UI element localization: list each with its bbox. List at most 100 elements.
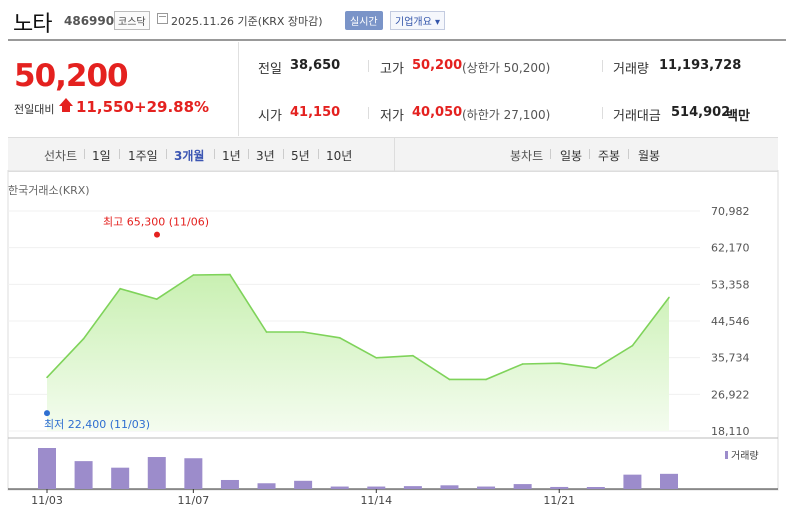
company-info-dropdown[interactable]: 기업개요 ▾ bbox=[390, 11, 445, 30]
tab-3y[interactable]: 3년 bbox=[256, 147, 275, 164]
volume-bar bbox=[184, 458, 203, 489]
period-toolbar bbox=[8, 137, 778, 172]
price-point bbox=[485, 378, 487, 381]
line-chart-label: 선차트 bbox=[44, 149, 78, 163]
y-tick-label: 53,358 bbox=[711, 278, 750, 291]
toolbar-divider bbox=[214, 149, 215, 159]
calendar-icon bbox=[157, 13, 168, 24]
volume-bar bbox=[403, 486, 422, 489]
reference-date: 2025.11.26 기준(KRX 장마감) bbox=[171, 15, 323, 28]
toolbar-center-divider bbox=[394, 138, 395, 171]
tab-10y[interactable]: 10년 bbox=[326, 147, 352, 164]
y-tick-label: 44,546 bbox=[711, 315, 750, 328]
volume-bar bbox=[330, 486, 349, 489]
low-value: 40,050 bbox=[412, 105, 463, 120]
price-chart: 최고 65,300 (11/06) 최저 22,400 (11/03) 거래량 7… bbox=[7, 170, 779, 507]
price-point bbox=[521, 363, 524, 365]
volume-bar bbox=[367, 486, 386, 489]
tab-3m[interactable]: 3개월 bbox=[174, 147, 204, 164]
toolbar-divider bbox=[589, 149, 590, 159]
price-point bbox=[448, 378, 451, 381]
volume-bar bbox=[477, 486, 496, 489]
high-value: 50,200 bbox=[412, 58, 463, 73]
prev-close-value: 38,650 bbox=[290, 58, 341, 73]
tab-monthly-candle[interactable]: 월봉 bbox=[638, 147, 660, 164]
toolbar-divider bbox=[628, 149, 629, 159]
market-badge: 코스닥 bbox=[114, 11, 150, 30]
price-point bbox=[265, 331, 268, 333]
low-annotation: 최저 22,400 (11/03) bbox=[44, 418, 150, 431]
stat-separator bbox=[368, 107, 369, 119]
price-divider bbox=[238, 42, 239, 136]
volume-bar bbox=[111, 467, 130, 489]
upper-limit-note: (상한가 50,200) bbox=[462, 61, 551, 75]
tab-5y[interactable]: 5년 bbox=[291, 147, 310, 164]
price-point bbox=[338, 337, 341, 339]
volume-bar bbox=[74, 461, 93, 489]
volume-label: 거래량 bbox=[613, 62, 649, 77]
price-point bbox=[119, 287, 121, 290]
tab-daily-candle[interactable]: 일봉 bbox=[560, 147, 582, 164]
volume-bar bbox=[513, 484, 532, 489]
y-tick-label: 26,922 bbox=[711, 388, 750, 401]
trade-amount-value: 514,902 bbox=[671, 105, 731, 120]
toolbar-divider bbox=[550, 149, 551, 159]
x-tick-label: 11/14 bbox=[360, 494, 392, 507]
price-point bbox=[192, 274, 195, 276]
trade-amount-label: 거래대금 bbox=[613, 109, 661, 124]
price-point bbox=[302, 331, 304, 333]
volume-bar bbox=[550, 486, 569, 489]
price-point bbox=[412, 354, 414, 357]
realtime-button[interactable]: 실시간 bbox=[345, 11, 383, 30]
up-arrow-stem bbox=[62, 106, 70, 112]
y-tick-label: 70,982 bbox=[711, 205, 750, 218]
change-percent: +29.88% bbox=[134, 98, 210, 116]
toolbar-divider bbox=[119, 149, 120, 159]
volume-legend: 거래량 bbox=[731, 450, 759, 462]
prev-close-label: 전일 bbox=[258, 62, 282, 77]
volume-bar bbox=[147, 457, 166, 489]
open-value: 41,150 bbox=[290, 105, 341, 120]
volume-bar bbox=[660, 473, 678, 489]
price-point bbox=[155, 298, 158, 300]
price-point bbox=[375, 357, 378, 359]
volume-bar bbox=[257, 483, 276, 489]
open-label: 시가 bbox=[258, 109, 282, 124]
stock-code: 486990 bbox=[64, 14, 115, 28]
y-tick-label: 18,110 bbox=[711, 425, 750, 438]
high-label: 고가 bbox=[380, 62, 404, 77]
price-point bbox=[631, 344, 634, 347]
stat-separator bbox=[602, 60, 603, 72]
y-tick-label: 35,734 bbox=[711, 352, 750, 365]
trade-amount-unit: 백만 bbox=[726, 109, 750, 124]
tab-1d[interactable]: 1일 bbox=[92, 147, 111, 164]
y-tick-label: 62,170 bbox=[711, 242, 750, 255]
header-divider bbox=[8, 39, 786, 41]
tab-weekly-candle[interactable]: 주봉 bbox=[598, 147, 620, 164]
stock-name: 노타 bbox=[13, 12, 52, 37]
price-point bbox=[668, 296, 670, 299]
high-marker bbox=[154, 231, 160, 238]
volume-legend-swatch bbox=[725, 451, 728, 459]
low-marker bbox=[44, 410, 50, 417]
volume-bar bbox=[220, 479, 239, 489]
price-point bbox=[595, 367, 597, 370]
toolbar-divider bbox=[166, 149, 167, 159]
volume-bar bbox=[294, 480, 313, 489]
tab-1w[interactable]: 1주일 bbox=[128, 147, 158, 164]
toolbar-divider bbox=[84, 149, 85, 159]
high-annotation: 최고 65,300 (11/06) bbox=[103, 216, 209, 229]
price-area-fill bbox=[47, 274, 669, 431]
toolbar-divider bbox=[248, 149, 249, 159]
change-label: 전일대비 bbox=[14, 103, 55, 116]
price-point bbox=[82, 337, 85, 340]
price-point bbox=[558, 362, 561, 365]
up-arrow-icon bbox=[59, 98, 73, 106]
x-tick-label: 11/21 bbox=[543, 494, 575, 507]
tab-1y[interactable]: 1년 bbox=[222, 147, 241, 164]
x-tick-label: 11/07 bbox=[178, 494, 210, 507]
toolbar-divider bbox=[318, 149, 319, 159]
volume-bar bbox=[440, 485, 459, 489]
candle-chart-label: 봉차트 bbox=[510, 149, 544, 163]
price-point bbox=[229, 273, 231, 276]
